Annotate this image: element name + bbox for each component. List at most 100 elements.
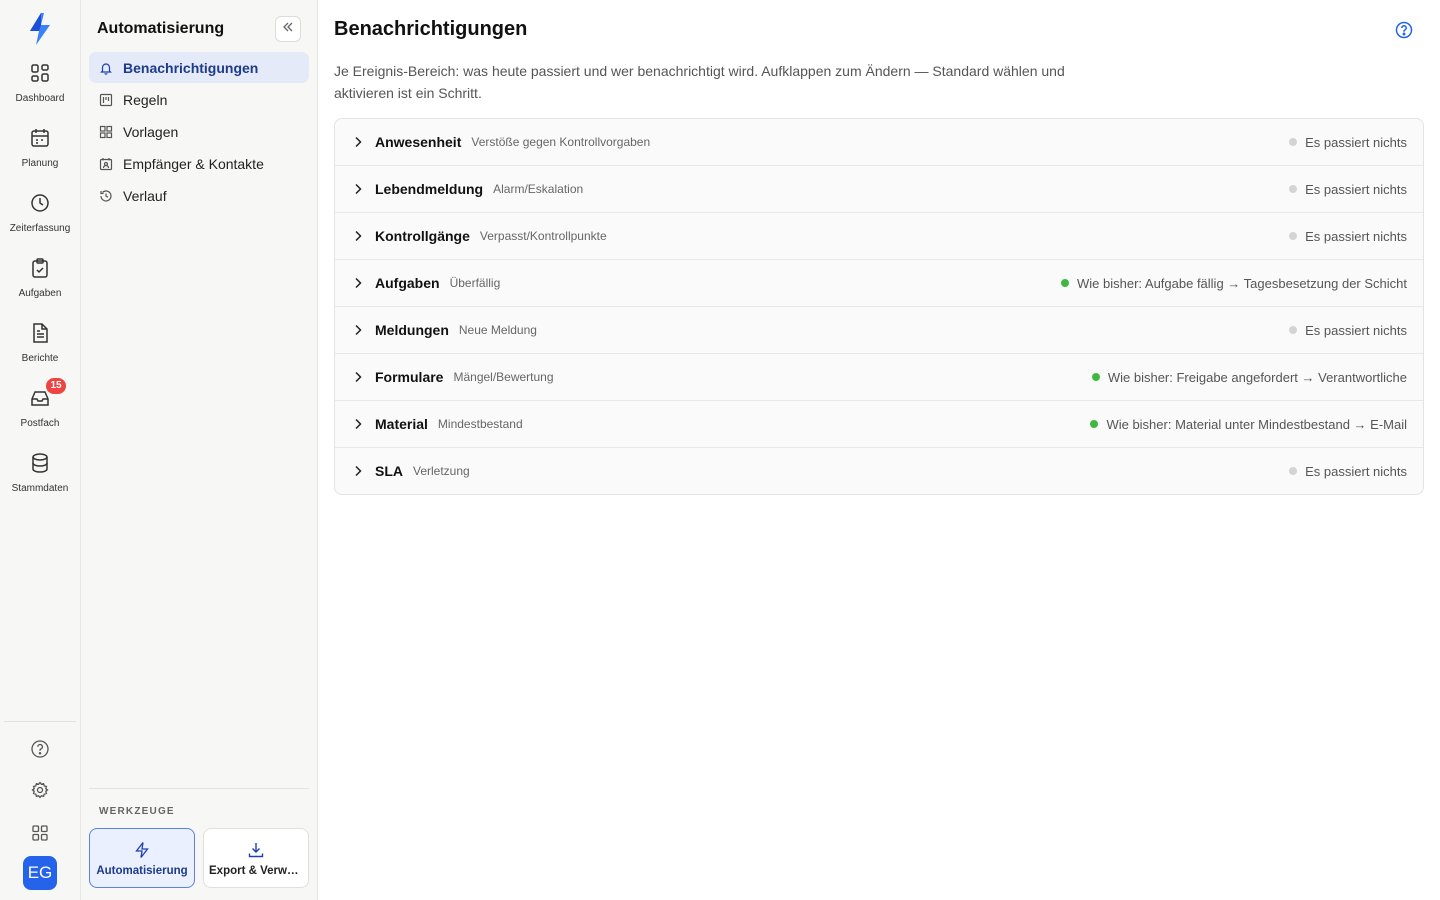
collapse-sidebar-button[interactable]	[275, 16, 301, 42]
gear-icon[interactable]	[29, 779, 51, 801]
status-indicator: Es passiert nichts	[1289, 323, 1407, 338]
status-text: Es passiert nichts	[1305, 181, 1407, 197]
contacts-icon	[99, 157, 113, 171]
database-icon	[29, 452, 51, 474]
list-item-kontrollgaenge[interactable]: Kontrollgänge Verpasst/Kontrollpunkte Es…	[335, 213, 1423, 260]
rail-item-planung[interactable]: Planung	[0, 127, 80, 187]
bell-icon	[99, 61, 113, 75]
list-item-anwesenheit[interactable]: Anwesenheit Verstöße gegen Kontrollvorga…	[335, 119, 1423, 166]
category-subtitle: Verletzung	[413, 464, 470, 478]
category-subtitle: Verpasst/Kontrollpunkte	[479, 229, 607, 243]
status-text: Es passiert nichts	[1305, 463, 1407, 479]
status-text: Wie bisher: Material unter Mindestbestan…	[1106, 416, 1407, 432]
status-dot	[1090, 420, 1099, 428]
sidebar-item-label: Regeln	[123, 91, 168, 108]
rail-item-label: Stammdaten	[11, 483, 69, 494]
rail-divider	[4, 721, 76, 722]
category-subtitle: Neue Meldung	[458, 323, 537, 337]
category-subtitle: Mindestbestand	[437, 417, 523, 431]
sidebar-item-empfaenger-kontakte[interactable]: Empfänger & Kontakte	[89, 148, 309, 179]
secondary-sidebar: Automatisierung Benachrichtigungen Regel…	[81, 0, 318, 900]
category-name: Formulare	[375, 369, 444, 385]
status-text: Wie bisher: Freigabe angefordert → Veran…	[1107, 369, 1407, 385]
category-name: Meldungen	[375, 322, 449, 338]
main-content: Benachrichtigungen Je Ereignis-Bereich: …	[318, 0, 1440, 900]
category-subtitle: Überfällig	[449, 276, 501, 290]
list-item-material[interactable]: Material Mindestbestand Wie bisher: Mate…	[335, 401, 1423, 448]
rail-item-label: Postfach	[20, 418, 60, 429]
category-name: SLA	[375, 463, 403, 479]
list-item-lebendmeldung[interactable]: Lebendmeldung Alarm/Eskalation Es passie…	[335, 166, 1423, 213]
rules-icon	[99, 93, 113, 107]
status-text: Es passiert nichts	[1305, 134, 1407, 150]
icon-rail: Dashboard Planung Zeiterfassung Aufgaben…	[0, 0, 81, 900]
sidebar-title: Automatisierung	[97, 20, 225, 37]
sidebar-item-regeln[interactable]: Regeln	[89, 84, 309, 115]
status-text: Es passiert nichts	[1305, 228, 1407, 244]
rail-item-postfach[interactable]: 15 Postfach	[0, 378, 80, 447]
app-logo-icon[interactable]	[25, 11, 55, 47]
status-indicator: Wie bisher: Material unter Mindestbestan…	[1090, 417, 1407, 432]
sidebar-item-verlauf[interactable]: Verlauf	[89, 180, 309, 211]
list-item-aufgaben[interactable]: Aufgaben Überfällig Wie bisher: Aufgabe …	[335, 260, 1423, 307]
download-icon	[247, 841, 265, 859]
grid-icon	[99, 125, 113, 139]
list-item-sla[interactable]: SLA Verletzung Es passiert nichts	[335, 448, 1423, 494]
status-text: Es passiert nichts	[1305, 322, 1407, 338]
tool-card-label: Automatisierung	[96, 865, 188, 877]
category-subtitle: Alarm/Eskalation	[493, 182, 584, 196]
user-avatar[interactable]: EG	[23, 856, 57, 890]
sidebar-item-vorlagen[interactable]: Vorlagen	[89, 116, 309, 147]
document-icon	[29, 322, 51, 344]
category-subtitle: Verstöße gegen Kontrollvorgaben	[471, 135, 651, 149]
status-indicator: Wie bisher: Freigabe angefordert → Veran…	[1091, 369, 1407, 385]
rail-item-aufgaben[interactable]: Aufgaben	[0, 257, 80, 317]
tool-export-verwaltung-button[interactable]: Export & Verwaltung	[203, 828, 309, 888]
status-indicator: Es passiert nichts	[1289, 135, 1407, 150]
status-indicator: Wie bisher: Aufgabe fällig → Tagesbesetz…	[1060, 276, 1407, 291]
sidebar-item-label: Empfänger & Kontakte	[123, 155, 264, 172]
unread-count-badge: 15	[46, 378, 66, 394]
sidebar-item-label: Vorlagen	[123, 123, 179, 140]
rail-item-dashboard[interactable]: Dashboard	[0, 62, 80, 122]
chevron-right-icon	[353, 371, 363, 383]
tool-automatisierung-button[interactable]: Automatisierung	[89, 828, 195, 888]
category-name: Anwesenheit	[375, 134, 462, 150]
category-name: Lebendmeldung	[375, 181, 484, 197]
rail-item-label: Dashboard	[15, 93, 65, 104]
history-icon	[99, 189, 113, 203]
list-item-formulare[interactable]: Formulare Mängel/Bewertung Wie bisher: F…	[335, 354, 1423, 401]
dashboard-icon	[29, 62, 51, 84]
sidebar-item-benachrichtigungen[interactable]: Benachrichtigungen	[89, 52, 309, 83]
page-description: Je Ereignis-Bereich: was heute passiert …	[334, 63, 1065, 101]
rail-item-label: Zeiterfassung	[9, 223, 71, 234]
status-dot	[1289, 138, 1298, 146]
category-name: Aufgaben	[375, 275, 440, 291]
status-dot	[1289, 326, 1298, 334]
rail-item-label: Berichte	[21, 353, 59, 364]
chevron-right-icon	[353, 324, 363, 336]
status-dot	[1060, 279, 1069, 287]
list-item-meldungen[interactable]: Meldungen Neue Meldung Es passiert nicht…	[335, 307, 1423, 354]
help-icon[interactable]	[29, 738, 51, 760]
lightning-icon	[133, 841, 151, 859]
rail-item-label: Aufgaben	[18, 288, 62, 299]
page-title: Benachrichtigungen	[334, 18, 528, 40]
rail-item-label: Planung	[21, 158, 59, 169]
calendar-icon	[29, 127, 51, 149]
rail-item-zeiterfassung[interactable]: Zeiterfassung	[0, 192, 80, 252]
status-indicator: Es passiert nichts	[1289, 464, 1407, 479]
tool-card-label: Export & Verwaltung	[209, 865, 303, 877]
rail-item-berichte[interactable]: Berichte	[0, 322, 80, 382]
chevron-right-icon	[353, 183, 363, 195]
chevron-right-icon	[353, 465, 363, 477]
chevron-right-icon	[353, 230, 363, 242]
event-category-list: Anwesenheit Verstöße gegen Kontrollvorga…	[334, 118, 1424, 495]
status-indicator: Es passiert nichts	[1289, 182, 1407, 197]
question-icon[interactable]	[1394, 20, 1414, 40]
clipboard-check-icon	[29, 257, 51, 279]
rail-item-stammdaten[interactable]: Stammdaten	[0, 452, 80, 512]
apps-grid-icon[interactable]	[29, 822, 51, 844]
chevron-right-icon	[353, 136, 363, 148]
sidebar-divider	[89, 788, 309, 789]
